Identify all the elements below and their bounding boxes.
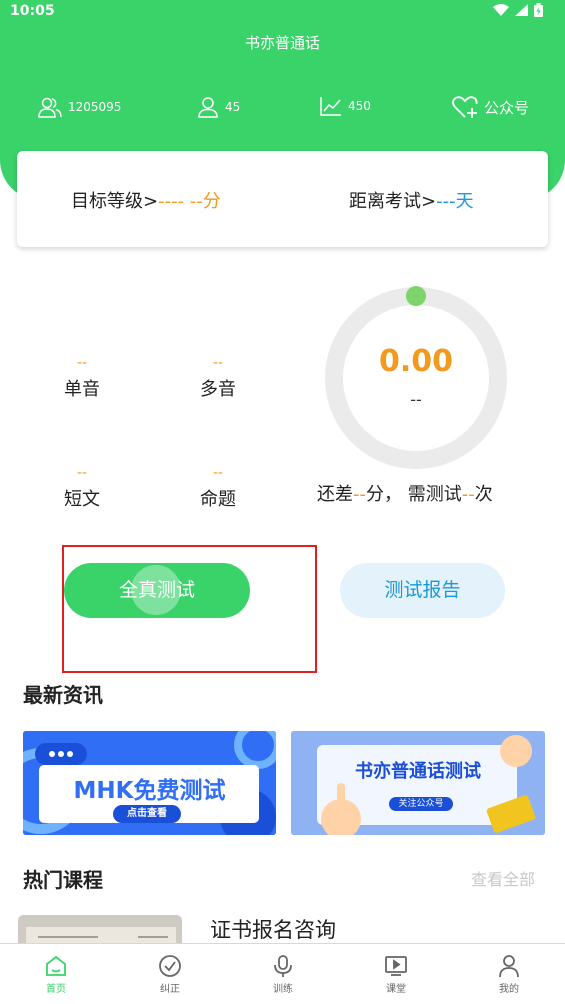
highlight-box xyxy=(62,545,317,673)
news-card-tag: 关注公众号 xyxy=(398,799,444,809)
target-card: 目标等级>---- --分 距离考试>---天 xyxy=(17,151,548,247)
news-card-title: 书亦普通话测试 xyxy=(355,761,481,782)
trend-chart-icon xyxy=(320,97,341,116)
tab-correct[interactable]: 纠正 xyxy=(140,954,200,995)
tab-label: 训练 xyxy=(273,984,293,995)
stat-trend: 450 xyxy=(320,96,371,116)
remaining-prefix: 还差 xyxy=(317,484,353,505)
stat-trend-value: 450 xyxy=(348,99,371,113)
courses-section-title: 热门课程 xyxy=(23,868,103,892)
target-level[interactable]: 目标等级>---- --分 xyxy=(71,187,221,213)
tab-label: 我的 xyxy=(499,984,519,995)
wifi-icon xyxy=(493,4,509,16)
score-label: 短文 xyxy=(64,489,100,510)
score-label: 多音 xyxy=(200,379,236,400)
score-value: -- xyxy=(212,465,224,481)
news-banner-graphic xyxy=(291,731,545,835)
battery-icon xyxy=(534,3,543,17)
tab-classroom[interactable]: 课堂 xyxy=(366,954,426,995)
exam-countdown-label: 距离考试> xyxy=(349,191,437,212)
score-value: -- xyxy=(212,355,224,371)
microphone-icon xyxy=(274,955,292,977)
tab-label: 课堂 xyxy=(386,984,406,995)
stat-person: 45 xyxy=(197,96,240,118)
tab-label: 纠正 xyxy=(160,984,180,995)
progress-ring-knob xyxy=(406,286,426,306)
score-value: -- xyxy=(76,465,88,481)
users-icon xyxy=(38,97,62,118)
score-topic: -- 命题 xyxy=(178,465,258,511)
course-title[interactable]: 证书报名咨询 xyxy=(210,914,336,944)
score-single-tone: -- 单音 xyxy=(42,355,122,401)
remaining-suffix: 次 xyxy=(474,484,493,505)
news-card-mhk[interactable]: MHK免费测试 点击查看 xyxy=(23,731,276,835)
total-score-level: -- xyxy=(410,390,422,409)
target-level-value: ---- -- xyxy=(158,191,203,212)
profile-icon xyxy=(499,955,519,978)
status-time: 10:05 xyxy=(10,3,55,19)
app-title: 书亦普通话 xyxy=(244,34,320,52)
remaining-summary: 还差--分， 需测试--次 xyxy=(317,480,493,506)
signal-icon xyxy=(515,4,528,16)
stat-person-value: 45 xyxy=(225,100,241,114)
score-label: 单音 xyxy=(64,379,100,400)
check-circle-icon xyxy=(159,955,181,977)
target-level-label: 目标等级> xyxy=(71,191,159,212)
status-bar: 10:05 xyxy=(0,0,565,26)
remaining-points: -- xyxy=(353,484,366,505)
view-all-courses-link[interactable]: 查看全部 xyxy=(471,866,535,890)
remaining-mid: 分， 需测试 xyxy=(366,484,462,505)
tab-training[interactable]: 训练 xyxy=(253,954,313,995)
exam-countdown[interactable]: 距离考试>---天 xyxy=(349,187,474,213)
stat-users-value: 1205095 xyxy=(68,100,122,114)
remaining-times: -- xyxy=(461,484,475,505)
news-card-official[interactable]: 书亦普通话测试 关注公众号 xyxy=(291,731,545,835)
video-play-icon xyxy=(385,956,407,976)
score-label: 命题 xyxy=(200,489,236,510)
exam-countdown-unit: 天 xyxy=(455,191,474,212)
test-report-button[interactable]: 测试报告 xyxy=(340,563,505,618)
tab-home[interactable]: 首页 xyxy=(26,954,86,995)
home-screen: 10:05 书亦普通话 1205095 45 450 公众号 目标等级>----… xyxy=(0,0,565,1004)
total-score-value: 0.00 xyxy=(378,344,454,379)
status-icons xyxy=(493,3,543,17)
follow-account-button[interactable]: 公众号 xyxy=(452,96,529,119)
bottom-tab-bar: 首页 纠正 训练 课堂 我的 xyxy=(0,943,565,1004)
news-card-title: MHK免费测试 xyxy=(73,778,226,804)
stats-row: 1205095 45 450 公众号 xyxy=(0,96,565,126)
score-passage: -- 短文 xyxy=(42,465,122,511)
heart-plus-icon xyxy=(452,96,478,118)
score-value: -- xyxy=(76,355,88,371)
follow-account-label: 公众号 xyxy=(484,99,530,117)
home-icon xyxy=(46,955,66,976)
tab-profile[interactable]: 我的 xyxy=(479,954,539,995)
stat-users: 1205095 xyxy=(38,96,121,118)
news-section-title: 最新资讯 xyxy=(23,683,103,707)
news-card-tag: 点击查看 xyxy=(127,808,167,819)
tab-label: 首页 xyxy=(46,984,66,995)
exam-countdown-value: --- xyxy=(436,191,456,212)
target-level-unit: 分 xyxy=(202,191,221,212)
person-icon xyxy=(198,97,218,118)
score-multi-tone: -- 多音 xyxy=(178,355,258,401)
